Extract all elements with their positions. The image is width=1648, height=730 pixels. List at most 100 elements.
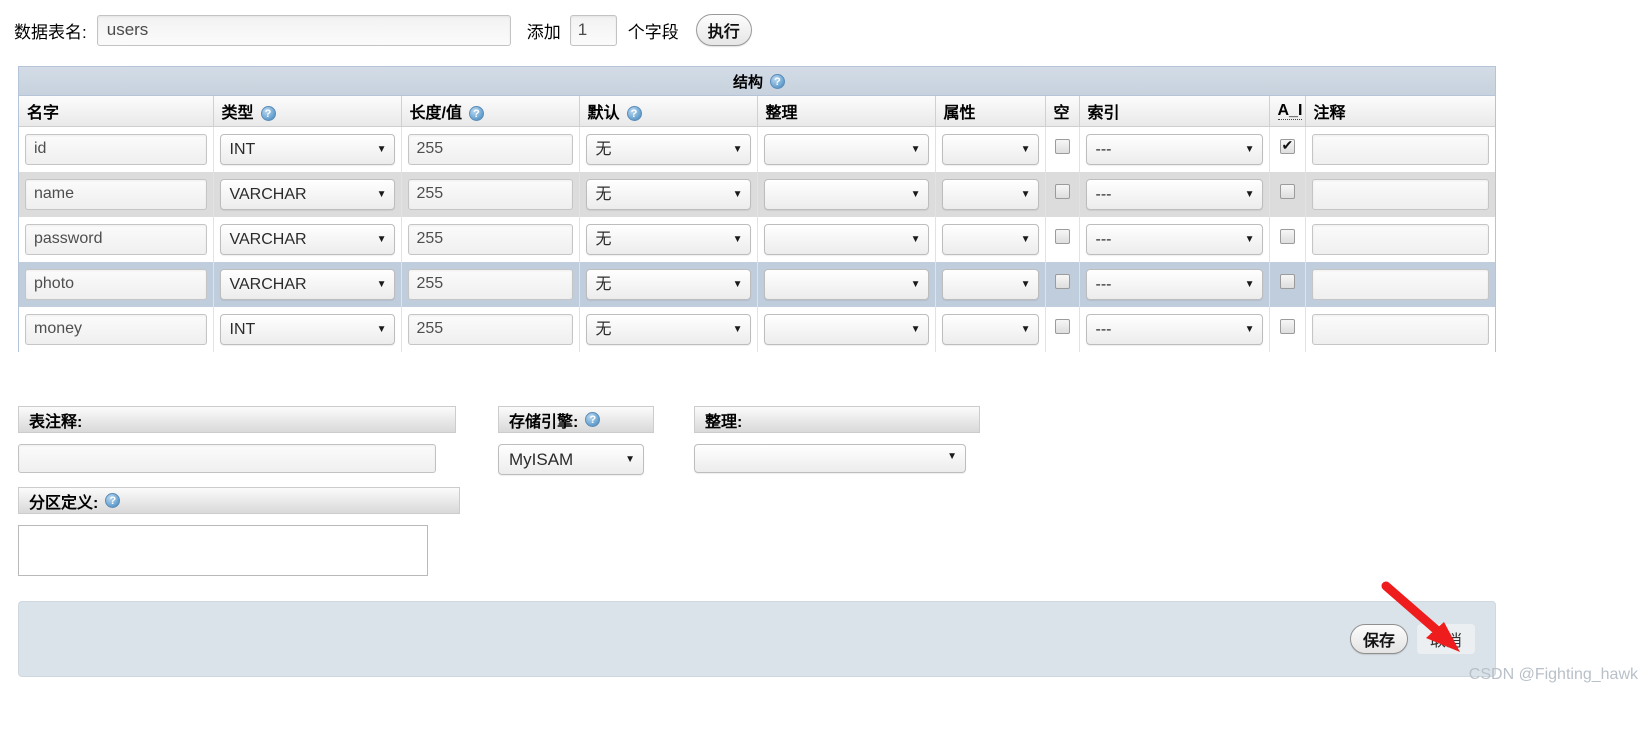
field-length-input[interactable] [407, 313, 573, 345]
cell-null [1045, 126, 1080, 172]
field-collation-select[interactable] [763, 268, 929, 300]
cell-collation [757, 261, 936, 307]
field-name-input[interactable] [25, 313, 207, 345]
field-default-select[interactable]: 无 [585, 133, 751, 165]
watermark-text: CSDN @Fighting_hawk [1468, 666, 1638, 683]
table-row: INT 无 --- [19, 306, 1495, 352]
field-comment-input[interactable] [1311, 313, 1489, 345]
partition-group: 分区定义: ? [18, 487, 460, 581]
field-comment-input[interactable] [1311, 133, 1489, 165]
cell-comment [1305, 306, 1495, 352]
field-ai-checkbox[interactable] [1279, 184, 1295, 199]
default-help-icon[interactable]: ? [626, 106, 642, 122]
field-collation-select[interactable] [763, 313, 929, 345]
col-header-comment: 注释 [1305, 96, 1495, 127]
field-default-select[interactable]: 无 [585, 313, 751, 345]
field-attributes-select[interactable] [941, 268, 1039, 300]
cell-name [19, 126, 214, 172]
field-collation-select[interactable] [763, 178, 929, 210]
cell-ai [1269, 171, 1306, 217]
cell-comment [1305, 126, 1495, 172]
table-name-input[interactable] [96, 14, 511, 46]
cell-length [401, 306, 580, 352]
phpmyadmin-create-table-page: 数据表名: 添加 个字段 执行 结构 ? 名字 类型? 长度/值? [0, 0, 1648, 730]
field-ai-checkbox[interactable] [1279, 229, 1295, 244]
field-collation-select[interactable] [763, 133, 929, 165]
structure-header-row: 名字 类型? 长度/值? 默认? 整理 属性 空 索引 A_I 注释 [19, 96, 1495, 127]
field-comment-input[interactable] [1311, 178, 1489, 210]
structure-table: 名字 类型? 长度/值? 默认? 整理 属性 空 索引 A_I 注释 INT [19, 96, 1495, 352]
cell-type: VARCHAR [213, 261, 402, 307]
cell-type: VARCHAR [213, 216, 402, 262]
field-null-checkbox[interactable] [1054, 274, 1070, 289]
field-type-select[interactable]: VARCHAR [219, 268, 395, 300]
table-comment-input[interactable] [18, 444, 436, 473]
field-attributes-select[interactable] [941, 313, 1039, 345]
partition-textarea[interactable] [18, 525, 428, 576]
field-default-select[interactable]: 无 [585, 223, 751, 255]
type-help-icon[interactable]: ? [260, 106, 276, 122]
cell-type: VARCHAR [213, 171, 402, 217]
field-length-input[interactable] [407, 178, 573, 210]
field-length-input[interactable] [407, 133, 573, 165]
col-header-null: 空 [1045, 96, 1080, 127]
field-ai-checkbox[interactable] [1279, 274, 1295, 289]
field-null-checkbox[interactable] [1054, 184, 1070, 199]
field-type-select[interactable]: VARCHAR [219, 223, 395, 255]
field-default-select[interactable]: 无 [585, 178, 751, 210]
go-button[interactable]: 执行 [695, 14, 752, 46]
field-type-select[interactable]: VARCHAR [219, 178, 395, 210]
col-header-name: 名字 [19, 96, 214, 127]
field-attributes-select[interactable] [941, 133, 1039, 165]
field-index-select[interactable]: --- [1085, 268, 1263, 300]
partition-help-icon[interactable]: ? [105, 493, 121, 508]
field-index-select[interactable]: --- [1085, 178, 1263, 210]
field-attributes-select[interactable] [941, 223, 1039, 255]
save-button[interactable]: 保存 [1349, 624, 1408, 654]
field-null-checkbox[interactable] [1054, 319, 1070, 334]
cell-ai [1269, 126, 1306, 172]
structure-section-header: 结构 ? [19, 67, 1495, 96]
field-length-input[interactable] [407, 223, 573, 255]
structure-table-body: INT 无 --- VARCHAR 无 [19, 126, 1495, 352]
field-length-input[interactable] [407, 268, 573, 300]
field-ai-checkbox[interactable] [1279, 137, 1295, 154]
storage-engine-help-icon[interactable]: ? [585, 412, 601, 427]
field-type-select[interactable]: INT [219, 313, 395, 345]
collation-select[interactable] [694, 444, 966, 473]
length-help-icon[interactable]: ? [468, 106, 484, 122]
field-type-select[interactable]: INT [219, 133, 395, 165]
field-index-select[interactable]: --- [1085, 133, 1263, 165]
cell-null [1045, 171, 1080, 217]
field-index-select[interactable]: --- [1085, 313, 1263, 345]
storage-engine-select[interactable]: MyISAM [498, 444, 644, 475]
cell-attributes [935, 216, 1046, 262]
structure-help-icon[interactable]: ? [770, 73, 785, 89]
col-header-length: 长度/值? [401, 96, 580, 127]
field-comment-input[interactable] [1311, 223, 1489, 255]
table-row: VARCHAR 无 --- [19, 216, 1495, 262]
field-collation-select[interactable] [763, 223, 929, 255]
field-name-input[interactable] [25, 133, 207, 165]
storage-engine-label: 存储引擎: [509, 413, 579, 431]
field-name-input[interactable] [25, 223, 207, 255]
cell-name [19, 261, 214, 307]
col-header-index: 索引 [1079, 96, 1270, 127]
field-name-input[interactable] [25, 178, 207, 210]
field-attributes-select[interactable] [941, 178, 1039, 210]
table-row: INT 无 --- [19, 126, 1495, 172]
field-ai-checkbox[interactable] [1279, 319, 1295, 334]
col-header-collation: 整理 [757, 96, 936, 127]
field-count-input[interactable] [569, 14, 617, 46]
field-index-select[interactable]: --- [1085, 223, 1263, 255]
field-comment-input[interactable] [1311, 268, 1489, 300]
partition-label: 分区定义: [29, 494, 99, 512]
field-name-input[interactable] [25, 268, 207, 300]
field-null-checkbox[interactable] [1054, 229, 1070, 244]
field-null-checkbox[interactable] [1054, 139, 1070, 154]
cell-default: 无 [579, 216, 758, 262]
field-default-select[interactable]: 无 [585, 268, 751, 300]
cell-ai [1269, 306, 1306, 352]
cancel-button[interactable]: 取消 [1416, 624, 1475, 654]
cell-collation [757, 306, 936, 352]
